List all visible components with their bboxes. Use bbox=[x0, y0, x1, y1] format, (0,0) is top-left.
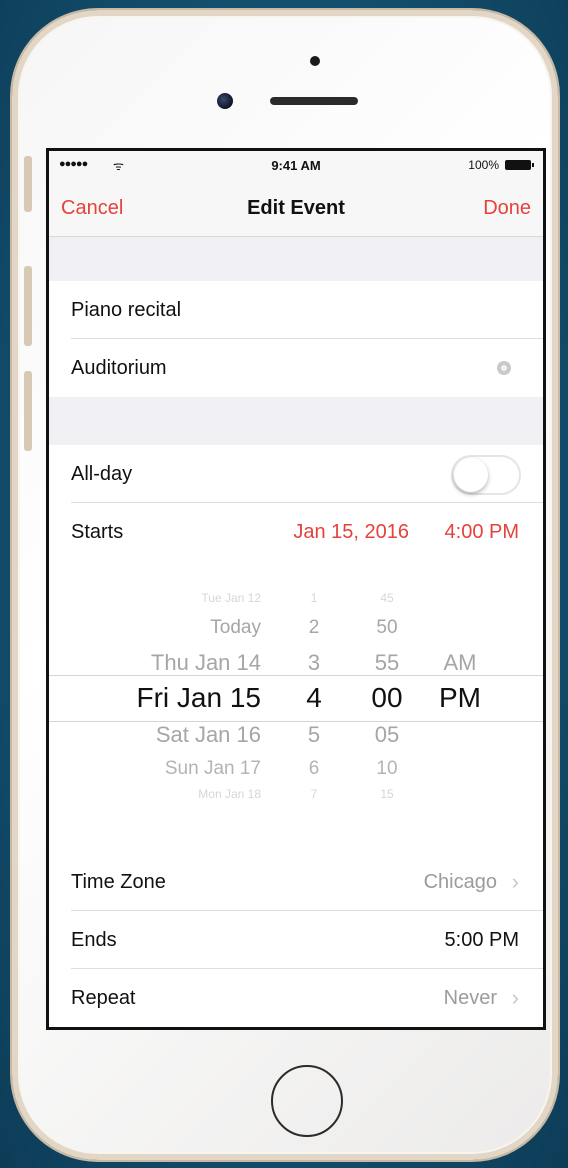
picker-hour-option[interactable]: 5 bbox=[294, 722, 334, 748]
picker-date-option[interactable]: Thu Jan 14 bbox=[151, 650, 261, 676]
picker-date-option[interactable]: Sun Jan 17 bbox=[165, 758, 261, 781]
volume-down-button bbox=[24, 371, 32, 451]
all-day-label: All-day bbox=[71, 463, 133, 485]
event-title-field[interactable]: Piano recital bbox=[49, 281, 543, 339]
battery-percent: 100% bbox=[468, 158, 499, 172]
chevron-right-icon: › bbox=[511, 985, 519, 1010]
status-bar: ●●●●● ᯤ 9:41 AM 100% bbox=[49, 151, 543, 181]
repeat-label: Repeat bbox=[71, 987, 136, 1009]
picker-hour-option[interactable]: 7 bbox=[294, 787, 334, 801]
picker-ampm-option[interactable]: AM bbox=[429, 650, 491, 676]
picker-ampm-option[interactable]: PM bbox=[429, 681, 491, 715]
volume-up-button bbox=[24, 266, 32, 346]
picker-date-option[interactable]: Tue Jan 12 bbox=[201, 591, 261, 605]
section-gap bbox=[49, 237, 543, 281]
mute-switch bbox=[24, 156, 32, 212]
proximity-sensor bbox=[310, 56, 320, 66]
battery-icon bbox=[505, 160, 534, 170]
phone-screen: ●●●●● ᯤ 9:41 AM 100% Cancel Edit Event D… bbox=[46, 148, 546, 1030]
picker-bottom-spacer bbox=[49, 819, 543, 854]
picker-date-option[interactable]: Fri Jan 15 bbox=[137, 681, 262, 715]
time-zone-label: Time Zone bbox=[71, 871, 166, 893]
picker-date-option[interactable]: Mon Jan 18 bbox=[198, 787, 261, 801]
picker-hour-option[interactable]: 1 bbox=[294, 591, 334, 605]
picker-minute-option[interactable]: 05 bbox=[361, 722, 413, 748]
repeat-row[interactable]: Repeat Never › bbox=[49, 969, 543, 1027]
time-zone-value: Chicago bbox=[423, 871, 497, 893]
navigation-bar: Cancel Edit Event Done bbox=[49, 181, 543, 237]
event-location-field[interactable]: Auditorium bbox=[49, 339, 543, 397]
date-time-picker[interactable]: Tue Jan 12 Today Thu Jan 14 Fri Jan 15 Sat J… bbox=[49, 569, 543, 819]
page-title: Edit Event bbox=[247, 197, 345, 219]
front-camera bbox=[217, 93, 233, 109]
repeat-value: Never bbox=[443, 987, 497, 1009]
starts-date-value[interactable]: Jan 15, 2016 bbox=[293, 521, 409, 544]
picker-minute-option[interactable]: 50 bbox=[361, 617, 413, 640]
picker-minute-option[interactable]: 10 bbox=[361, 758, 413, 781]
picker-date-option[interactable]: Sat Jan 16 bbox=[156, 722, 261, 748]
picker-date-option[interactable]: Today bbox=[210, 617, 261, 640]
starts-row[interactable]: Starts Jan 15, 2016 4:00 PM bbox=[49, 503, 543, 561]
toggle-knob bbox=[454, 458, 488, 492]
event-title-text: Piano recital bbox=[71, 299, 182, 321]
picker-hour-option[interactable]: 2 bbox=[294, 617, 334, 640]
picker-minute-option[interactable]: 00 bbox=[361, 681, 413, 715]
earpiece-speaker bbox=[270, 97, 358, 105]
ends-row[interactable]: Ends 5:00 PM bbox=[49, 911, 543, 969]
starts-label: Starts bbox=[71, 521, 124, 543]
picker-hour-option[interactable]: 6 bbox=[294, 758, 334, 781]
clear-icon[interactable] bbox=[497, 361, 511, 375]
home-button[interactable] bbox=[271, 1065, 343, 1137]
all-day-row: All-day bbox=[49, 445, 543, 503]
picker-minute-option[interactable]: 45 bbox=[361, 591, 413, 605]
done-button[interactable]: Done bbox=[483, 197, 531, 220]
picker-hour-option[interactable]: 3 bbox=[294, 650, 334, 676]
chevron-right-icon: › bbox=[511, 869, 519, 894]
starts-time-value[interactable]: 4:00 PM bbox=[445, 521, 519, 544]
ends-label: Ends bbox=[71, 929, 117, 951]
picker-hour-option[interactable]: 4 bbox=[294, 681, 334, 715]
section-gap bbox=[49, 397, 543, 445]
event-location-text: Auditorium bbox=[71, 357, 167, 379]
all-day-toggle[interactable] bbox=[451, 455, 521, 495]
ends-value: 5:00 PM bbox=[444, 929, 519, 951]
time-zone-row[interactable]: Time Zone Chicago › bbox=[49, 853, 543, 911]
picker-minute-option[interactable]: 55 bbox=[361, 650, 413, 676]
picker-minute-option[interactable]: 15 bbox=[361, 787, 413, 801]
